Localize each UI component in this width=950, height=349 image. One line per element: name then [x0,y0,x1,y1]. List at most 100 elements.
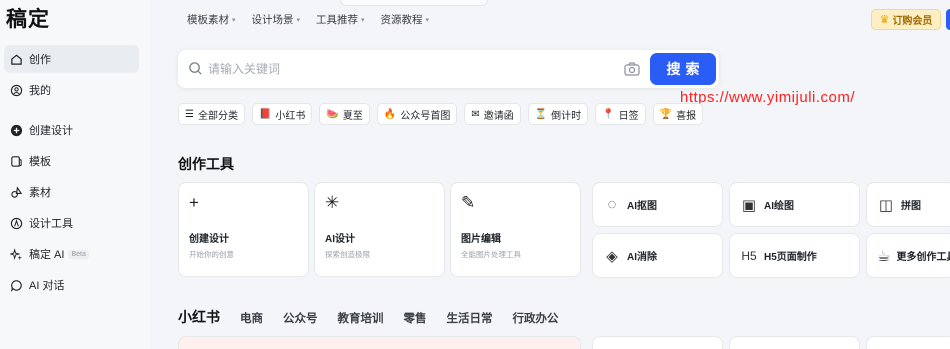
tool-ai-cutout[interactable]: ◌ AI抠图 [592,182,723,227]
tool-card-desc: 探索创造极限 [325,250,370,259]
shapes-icon [10,185,23,199]
chip-daily-sign[interactable]: 📍 日签 [595,103,646,125]
magic-wand-icon: ✎ [461,193,476,212]
tab-retail[interactable]: 零售 [404,310,427,326]
tool-collage[interactable]: ◫ 拼图 [866,182,950,227]
plus-icon: + [189,193,199,212]
chat-icon [10,279,23,292]
tool-icon [10,217,23,230]
chip-label: 倒计时 [551,110,582,122]
sidebar-item-gaoding-ai[interactable]: 稿定 AI Beta [4,240,139,268]
chip-all-categories[interactable]: ☰ 全部分类 [178,103,245,125]
tool-card-ai-design[interactable]: ✳ AI设计 探索创造极限 [314,182,445,277]
chip-label: 全部分类 [197,110,238,122]
tab-wechat[interactable]: 公众号 [283,310,318,326]
login-button-edge[interactable] [946,9,950,30]
chip-label: 夏至 [342,110,363,122]
chevron-down-icon: ▾ [232,16,236,24]
cup-icon: ☕ [877,247,891,265]
sidebar-item-mine[interactable]: 我的 [4,76,139,104]
sidebar: 稿定 创作 我的 创建设计 模板 素材 设计工具 稿定 AI Beta AI 对… [0,0,150,349]
sidebar-item-create[interactable]: 创作 [4,45,139,73]
template-preview-card[interactable] [592,336,723,349]
chip-label: 日签 [618,110,639,122]
sidebar-item-label: 创建设计 [29,125,73,137]
search-button[interactable]: 搜索 [650,53,716,85]
tool-h5-page[interactable]: H5 H5页面制作 [729,233,860,278]
collage-icon: ◫ [878,196,894,214]
chip-wechat-cover[interactable]: 🔥 公众号首图 [376,103,458,125]
topnav-label: 资源教程 [380,14,423,26]
chip-xiaohongshu[interactable]: 📕 小红书 [251,103,313,125]
tab-daily-life[interactable]: 生活日常 [447,310,493,326]
creation-tools-title: 创作工具 [178,156,234,172]
pin-icon: 📍 [602,108,615,120]
template-preview-card[interactable] [729,336,860,349]
beta-badge: Beta [68,249,89,259]
sidebar-item-template[interactable]: 模板 [4,147,139,175]
template-preview-card[interactable] [866,336,950,349]
search-bar: 搜索 [178,50,719,88]
tab-education[interactable]: 教育培训 [338,310,384,326]
chip-label: 喜报 [676,110,697,122]
sidebar-item-label: 我的 [29,85,51,97]
tool-card-image-edit[interactable]: ✎ 图片编辑 全能图片处理工具 [450,182,581,277]
app-logo[interactable]: 稿定 [6,3,50,33]
sidebar-item-create-design[interactable]: 创建设计 [4,116,139,144]
tab-ecommerce[interactable]: 电商 [240,310,263,326]
top-nav: 模板素材 ▾ 设计场景 ▾ 工具推荐 ▾ 资源教程 ▾ [187,12,429,27]
envelope-icon: ✉ [471,108,480,120]
user-icon [10,84,23,97]
sidebar-item-material[interactable]: 素材 [4,178,139,206]
tool-card-create-design[interactable]: + 创建设计 开始你的创意 [178,182,309,277]
tool-label: AI绘图 [764,201,794,212]
vip-label: 订购会员 [892,16,933,27]
search-icon [189,62,202,75]
sidebar-item-ai-chat[interactable]: AI 对话 [4,271,139,299]
h5-icon: H5 [741,248,757,263]
topnav-tutorials[interactable]: 资源教程 ▾ [381,12,430,27]
tool-label: H5页面制作 [764,252,817,263]
image-icon: ▣ [741,196,757,214]
book-icon: 📕 [258,108,272,120]
sidebar-item-label: 创作 [29,54,51,66]
sidebar-item-label: AI 对话 [29,280,65,292]
tab-xiaohongshu[interactable]: 小红书 [178,307,220,327]
ai-spark-icon [10,247,23,261]
fire-icon: 🔥 [383,108,397,120]
tool-card-desc: 开始你的创意 [189,250,234,259]
tool-ai-drawing[interactable]: ▣ AI绘图 [729,182,860,227]
cutout-icon: ◌ [607,196,617,213]
tool-card-title: 图片编辑 [461,234,501,245]
topnav-scenes[interactable]: 设计场景 ▾ [252,12,301,27]
hourglass-icon: ⏳ [534,108,548,120]
chip-good-news[interactable]: 🏆 喜报 [652,103,704,125]
top-dropdown-edge [340,0,488,6]
tool-label: 更多创作工具 [896,252,950,263]
tab-office[interactable]: 行政办公 [513,310,559,326]
topnav-label: 模板素材 [187,14,229,26]
sidebar-item-label: 稿定 AI [29,249,65,261]
sparkle-icon: ✳ [325,193,340,212]
topnav-label: 工具推荐 [316,14,359,26]
search-input[interactable] [208,58,608,80]
tool-more[interactable]: ☕ 更多创作工具 [866,233,950,278]
tool-label: AI抠图 [627,201,657,212]
vip-button[interactable]: ♛ 订购会员 [871,9,941,30]
topnav-templates[interactable]: 模板素材 ▾ [187,12,236,27]
chip-invitation[interactable]: ✉ 邀请函 [464,103,521,125]
chevron-down-icon: ▾ [425,16,430,24]
chip-summer-solstice[interactable]: 🍉 夏至 [319,103,370,125]
chip-label: 公众号首图 [400,110,451,122]
camera-icon[interactable] [624,62,640,76]
topnav-tools[interactable]: 工具推荐 ▾ [316,12,365,27]
crown-icon: ♛ [879,14,890,26]
template-preview-card[interactable] [178,336,581,349]
tool-ai-erase[interactable]: ◈ AI消除 [592,233,723,278]
watermark-url: https://www.yimijuli.com/ [680,89,856,106]
sidebar-item-design-tools[interactable]: 设计工具 [4,209,139,237]
eraser-icon: ◈ [606,247,618,265]
chip-countdown[interactable]: ⏳ 倒计时 [527,103,589,125]
sidebar-item-label: 设计工具 [29,218,73,230]
chevron-down-icon: ▾ [296,16,301,24]
